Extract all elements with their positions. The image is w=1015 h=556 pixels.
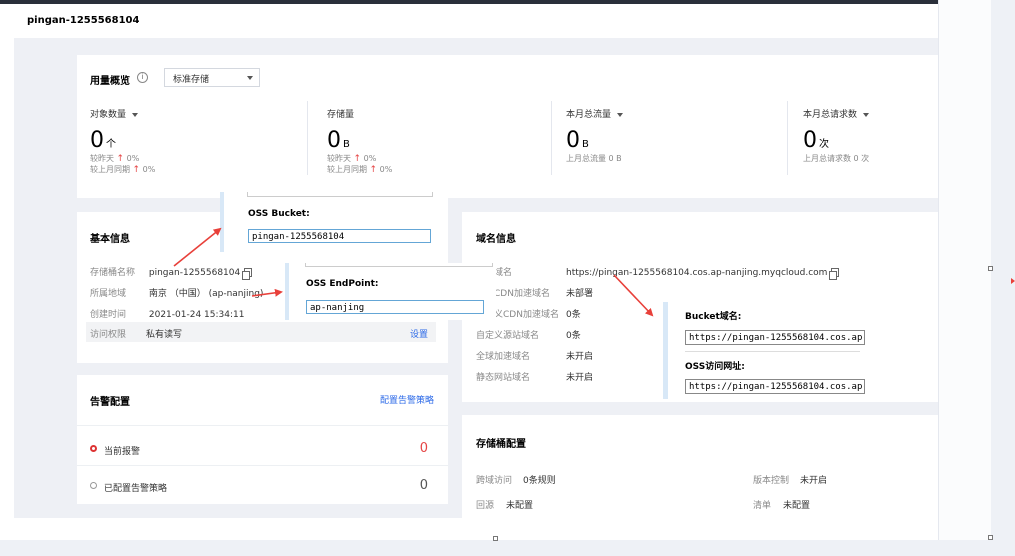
annotation-arrows (173, 227, 1015, 317)
resize-handle[interactable] (988, 535, 993, 540)
resize-handle[interactable] (988, 266, 993, 271)
resize-handle[interactable] (493, 536, 498, 541)
arrow-to-endpoint (251, 288, 283, 297)
arrow-to-domain (613, 274, 654, 317)
arrow-right-icon (1011, 278, 1015, 284)
arrow-to-bucket (173, 227, 222, 267)
